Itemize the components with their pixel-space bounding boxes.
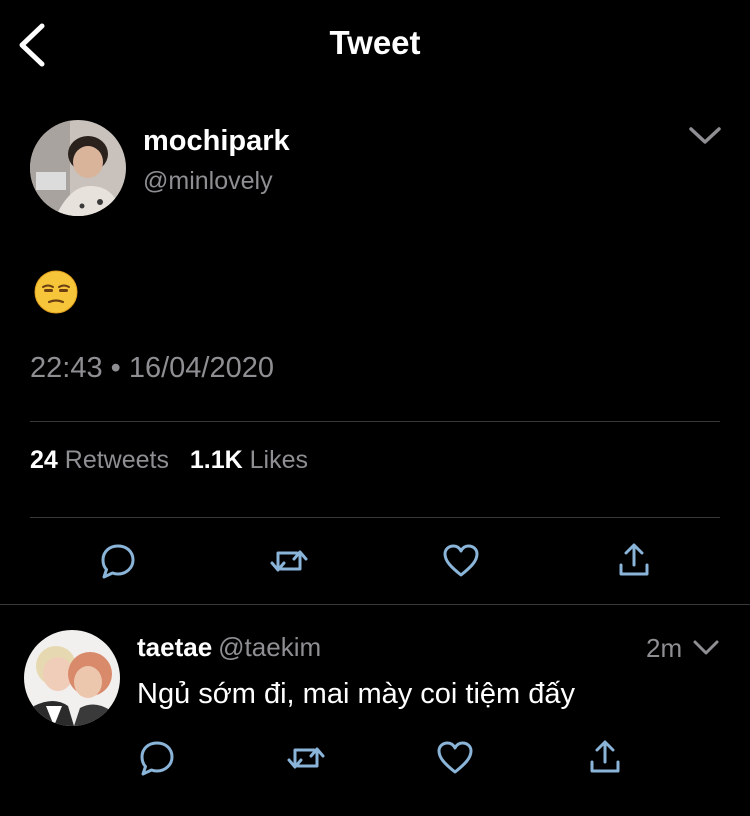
reply-author[interactable]: taetae @taekim — [137, 632, 321, 663]
reply-share-button[interactable] — [585, 738, 625, 778]
page-title: Tweet — [329, 24, 421, 61]
retweet-button[interactable] — [269, 541, 309, 581]
reply-retweet-button[interactable] — [286, 738, 326, 778]
unamused-face-icon — [34, 270, 78, 314]
reply-button[interactable] — [98, 541, 138, 581]
reply-reply-button[interactable] — [137, 738, 177, 778]
retweet-icon — [287, 747, 325, 769]
chevron-down-icon — [689, 127, 721, 144]
reply-text: Ngủ sớm đi, mai mày coi tiệm đấy — [137, 678, 576, 710]
like-button[interactable] — [441, 541, 481, 581]
engagement-stats: 24 Retweets 1.1K Likes — [30, 446, 308, 475]
share-icon — [619, 543, 649, 576]
reply-icon — [101, 544, 135, 579]
chevron-down-icon — [693, 640, 719, 655]
divider — [30, 517, 720, 518]
tweet-options-button[interactable] — [688, 124, 722, 148]
tweet-timestamp: 22:43 • 16/04/2020 — [30, 352, 274, 384]
like-icon — [437, 741, 473, 774]
likes-stat[interactable]: 1.1K Likes — [190, 446, 308, 474]
share-button[interactable] — [614, 541, 654, 581]
author-avatar[interactable] — [30, 120, 126, 216]
author-display-name[interactable]: mochipark — [143, 125, 290, 158]
retweet-icon — [270, 550, 308, 572]
retweet-label: Retweets — [64, 446, 169, 474]
reply-handle[interactable]: @taekim — [218, 632, 321, 662]
divider — [30, 421, 720, 422]
author-handle[interactable]: @minlovely — [143, 167, 273, 196]
retweets-stat[interactable]: 24 Retweets — [30, 446, 176, 474]
reply-time: 2m — [646, 633, 683, 663]
reply-icon — [140, 741, 174, 776]
like-icon — [443, 544, 479, 577]
reply-like-button[interactable] — [435, 738, 475, 778]
reply-display-name[interactable]: taetae — [137, 632, 212, 662]
like-count: 1.1K — [189, 446, 243, 474]
like-label: Likes — [249, 446, 308, 474]
reply-options-button[interactable] — [692, 638, 720, 658]
divider — [0, 604, 750, 605]
retweet-count: 24 — [30, 446, 58, 474]
reply-author-avatar[interactable] — [24, 630, 120, 726]
share-icon — [590, 740, 620, 773]
